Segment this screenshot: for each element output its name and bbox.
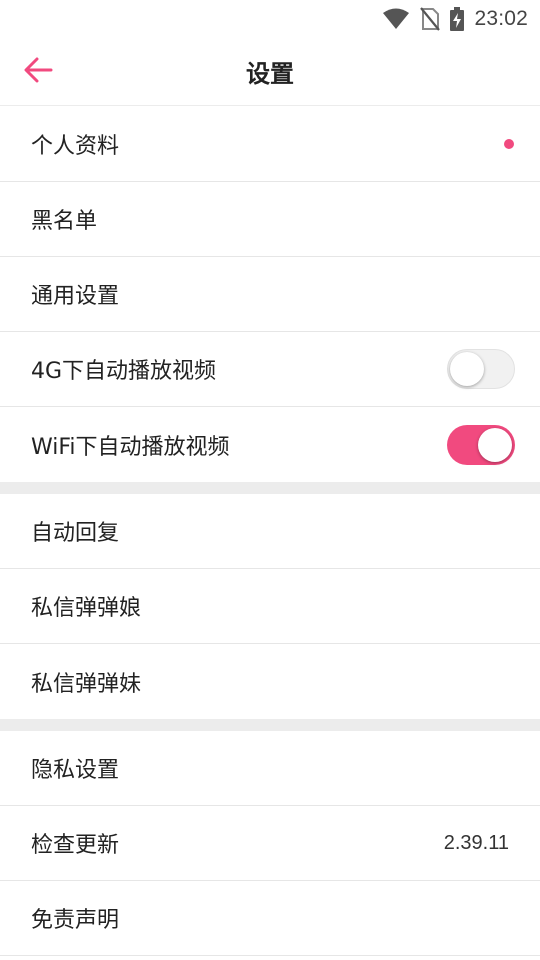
settings-item-blacklist[interactable]: 黑名单 <box>0 182 540 257</box>
autoplay-4g-toggle[interactable] <box>447 349 515 389</box>
arrow-left-icon <box>23 57 53 87</box>
app-bar: 设置 <box>0 38 540 106</box>
settings-item-auto-reply[interactable]: 自动回复 <box>0 494 540 569</box>
settings-item-general[interactable]: 通用设置 <box>0 257 540 332</box>
notification-dot <box>504 139 514 149</box>
settings-item-label: WiFi下自动播放视频 <box>31 434 230 460</box>
settings-item-label: 通用设置 <box>31 284 120 309</box>
wifi-icon <box>382 8 410 30</box>
no-sim-icon <box>420 7 441 31</box>
settings-item-disclaimer[interactable]: 免责声明 <box>0 881 540 956</box>
settings-item-label: 私信弹弹妹 <box>31 671 142 697</box>
settings-item-autoplay-wifi: WiFi下自动播放视频 <box>0 407 540 482</box>
battery-charging-icon <box>450 7 465 31</box>
settings-item-privacy[interactable]: 隐私设置 <box>0 731 540 806</box>
autoplay-wifi-toggle[interactable] <box>447 424 515 465</box>
settings-item-check-update[interactable]: 检查更新 2.39.11 <box>0 806 540 881</box>
status-bar: 23:02 <box>0 0 540 38</box>
settings-item-label: 检查更新 <box>31 833 120 858</box>
settings-item-dm-niang[interactable]: 私信弹弹娘 <box>0 569 540 644</box>
settings-item-dm-mei[interactable]: 私信弹弹妹 <box>0 644 540 719</box>
settings-item-label: 黑名单 <box>31 209 98 234</box>
version-number: 2.39.11 <box>443 831 509 854</box>
toggle-knob <box>450 352 484 386</box>
settings-item-label: 私信弹弹娘 <box>31 596 142 621</box>
status-time: 23:02 <box>474 7 528 30</box>
settings-item-label: 自动回复 <box>31 521 120 546</box>
settings-item-profile[interactable]: 个人资料 <box>0 107 540 182</box>
settings-item-label: 免责声明 <box>31 908 120 933</box>
settings-item-label: 隐私设置 <box>31 758 120 783</box>
back-button[interactable] <box>18 52 58 92</box>
section-divider <box>0 719 540 731</box>
settings-item-label: 个人资料 <box>31 134 120 159</box>
settings-item-label: 4G下自动播放视频 <box>31 359 217 384</box>
section-divider <box>0 482 540 494</box>
toggle-knob <box>478 427 512 462</box>
settings-item-autoplay-4g: 4G下自动播放视频 <box>0 332 540 407</box>
settings-list: 个人资料 黑名单 通用设置 4G下自动播放视频 WiFi下自动播放视频 自动回复… <box>0 107 540 956</box>
page-title: 设置 <box>246 60 294 88</box>
